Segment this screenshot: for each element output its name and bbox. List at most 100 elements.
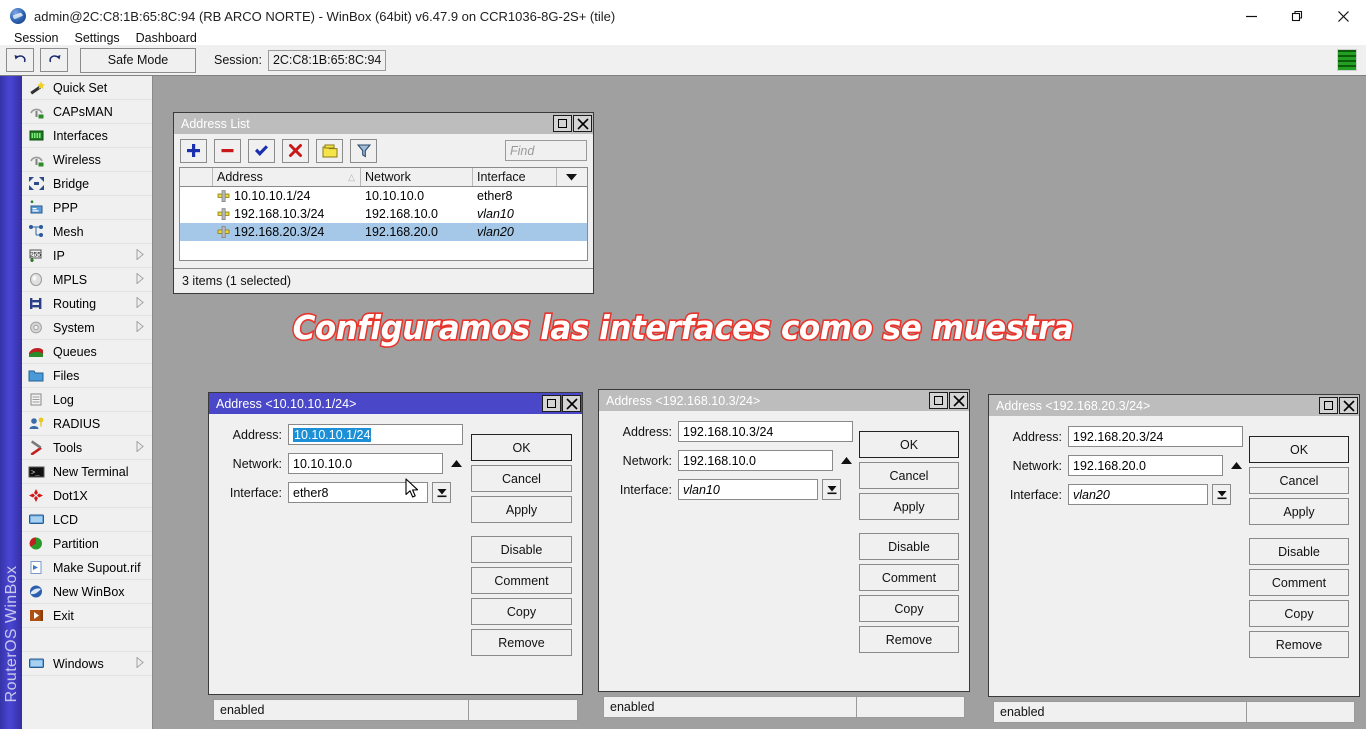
column-header-icon[interactable]: [180, 168, 213, 186]
sidebar-item-mpls[interactable]: MPLS: [22, 268, 152, 292]
address-list-titlebar[interactable]: Address List: [174, 113, 593, 134]
disable-button[interactable]: Disable: [471, 536, 572, 563]
sidebar-item-lcd[interactable]: LCD: [22, 508, 152, 532]
chevron-right-icon: [136, 441, 144, 455]
address-field[interactable]: 192.168.20.3/24: [1068, 426, 1243, 447]
ok-button[interactable]: OK: [859, 431, 959, 458]
bridge-icon: [28, 176, 46, 192]
network-expand-icon[interactable]: [837, 450, 856, 471]
dialog-titlebar[interactable]: Address <192.168.20.3/24>: [989, 395, 1359, 416]
session-value[interactable]: 2C:C8:1B:65:8C:94: [268, 50, 386, 71]
sidebar-item-capsman[interactable]: CAPsMAN: [22, 100, 152, 124]
sidebar-item-label: Dot1X: [53, 489, 88, 503]
column-header-address[interactable]: Address △: [213, 168, 361, 186]
sidebar-item-quick-set[interactable]: Quick Set: [22, 76, 152, 100]
interface-field[interactable]: vlan10: [678, 479, 818, 500]
sidebar-item-label: Tools: [53, 441, 82, 455]
sidebar-item-ip[interactable]: 255IP: [22, 244, 152, 268]
safe-mode-button[interactable]: Safe Mode: [80, 48, 196, 73]
table-row[interactable]: 192.168.20.3/24192.168.20.0vlan20: [180, 223, 587, 241]
sidebar-item-mesh[interactable]: Mesh: [22, 220, 152, 244]
svg-text:>_: >_: [31, 469, 40, 477]
row-extra-cell: [557, 223, 581, 241]
column-header-network[interactable]: Network: [361, 168, 473, 186]
sidebar-item-radius[interactable]: RADIUS: [22, 412, 152, 436]
dialog-titlebar[interactable]: Address <192.168.10.3/24>: [599, 390, 969, 411]
sidebar-item-ppp[interactable]: PPP: [22, 196, 152, 220]
sidebar-brand-label: RouterOS WinBox: [3, 504, 21, 729]
sidebar-item-partition[interactable]: Partition: [22, 532, 152, 556]
disable-button[interactable]: [282, 139, 309, 163]
sidebar-item-make-supout-rif[interactable]: Make Supout.rif: [22, 556, 152, 580]
dialog-close-button[interactable]: [562, 395, 581, 412]
add-button[interactable]: [180, 139, 207, 163]
comment-button[interactable]: Comment: [859, 564, 959, 591]
remove-button[interactable]: Remove: [859, 626, 959, 653]
interface-field[interactable]: vlan20: [1068, 484, 1208, 505]
sidebar-item-wireless[interactable]: Wireless: [22, 148, 152, 172]
sidebar-item-bridge[interactable]: Bridge: [22, 172, 152, 196]
dialog-restore-button[interactable]: [542, 395, 561, 412]
apply-button[interactable]: Apply: [859, 493, 959, 520]
row-interface-cell: ether8: [473, 187, 557, 205]
table-row[interactable]: 192.168.10.3/24192.168.10.0vlan10: [180, 205, 587, 223]
dialog-titlebar[interactable]: Address <10.10.10.1/24>: [209, 393, 582, 414]
remove-button[interactable]: Remove: [1249, 631, 1349, 658]
sidebar-item-exit[interactable]: Exit: [22, 604, 152, 628]
remove-button[interactable]: Remove: [471, 629, 572, 656]
copy-button[interactable]: Copy: [859, 595, 959, 622]
dialog-restore-button[interactable]: [929, 392, 948, 409]
sidebar-item-interfaces[interactable]: Interfaces: [22, 124, 152, 148]
column-chooser-button[interactable]: [557, 168, 581, 186]
tools-wrench-icon: [28, 440, 46, 456]
interface-field[interactable]: ether8: [288, 482, 428, 503]
comment-button[interactable]: [316, 139, 343, 163]
network-field[interactable]: 192.168.20.0: [1068, 455, 1223, 476]
sidebar-item-dot1x[interactable]: Dot1X: [22, 484, 152, 508]
enable-button[interactable]: [248, 139, 275, 163]
sidebar-item-tools[interactable]: Tools: [22, 436, 152, 460]
apply-button[interactable]: Apply: [1249, 498, 1349, 525]
disable-button[interactable]: Disable: [859, 533, 959, 560]
network-field[interactable]: 192.168.10.0: [678, 450, 833, 471]
filter-button[interactable]: [350, 139, 377, 163]
ok-button[interactable]: OK: [471, 434, 572, 461]
network-field[interactable]: 10.10.10.0: [288, 453, 443, 474]
sidebar-item-new-winbox[interactable]: New WinBox: [22, 580, 152, 604]
remove-button[interactable]: [214, 139, 241, 163]
undo-arrow-icon[interactable]: [6, 48, 34, 72]
dialog-close-button[interactable]: [1339, 397, 1358, 414]
cancel-button[interactable]: Cancel: [859, 462, 959, 489]
copy-button[interactable]: Copy: [1249, 600, 1349, 627]
copy-button[interactable]: Copy: [471, 598, 572, 625]
sidebar-item-label: Make Supout.rif: [53, 561, 141, 575]
ok-button[interactable]: OK: [1249, 436, 1349, 463]
interface-dropdown-button[interactable]: [822, 479, 841, 500]
sidebar-item-files[interactable]: Files: [22, 364, 152, 388]
sidebar-item-windows[interactable]: Windows: [22, 652, 152, 676]
address-field[interactable]: 192.168.10.3/24: [678, 421, 853, 442]
row-address-value: 192.168.20.3/24: [234, 225, 324, 239]
sidebar-item-new-terminal[interactable]: >_New Terminal: [22, 460, 152, 484]
cancel-button[interactable]: Cancel: [1249, 467, 1349, 494]
disable-button[interactable]: Disable: [1249, 538, 1349, 565]
table-row[interactable]: 10.10.10.1/2410.10.10.0ether8: [180, 187, 587, 205]
address-field[interactable]: 10.10.10.1/24: [288, 424, 463, 445]
comment-button[interactable]: Comment: [1249, 569, 1349, 596]
cancel-button[interactable]: Cancel: [471, 465, 572, 492]
network-expand-icon[interactable]: [1227, 455, 1246, 476]
apply-button[interactable]: Apply: [471, 496, 572, 523]
address-list-restore-button[interactable]: [553, 115, 572, 132]
interface-dropdown-button[interactable]: [432, 482, 451, 503]
sidebar-item-log[interactable]: Log: [22, 388, 152, 412]
dialog-restore-button[interactable]: [1319, 397, 1338, 414]
network-expand-icon[interactable]: [447, 453, 466, 474]
dot1x-icon: [28, 488, 46, 504]
dialog-close-button[interactable]: [949, 392, 968, 409]
interface-dropdown-button[interactable]: [1212, 484, 1231, 505]
find-input[interactable]: Find: [505, 140, 587, 161]
comment-button[interactable]: Comment: [471, 567, 572, 594]
address-list-close-button[interactable]: [573, 115, 592, 132]
redo-arrow-icon[interactable]: [40, 48, 68, 72]
column-header-interface[interactable]: Interface: [473, 168, 557, 186]
